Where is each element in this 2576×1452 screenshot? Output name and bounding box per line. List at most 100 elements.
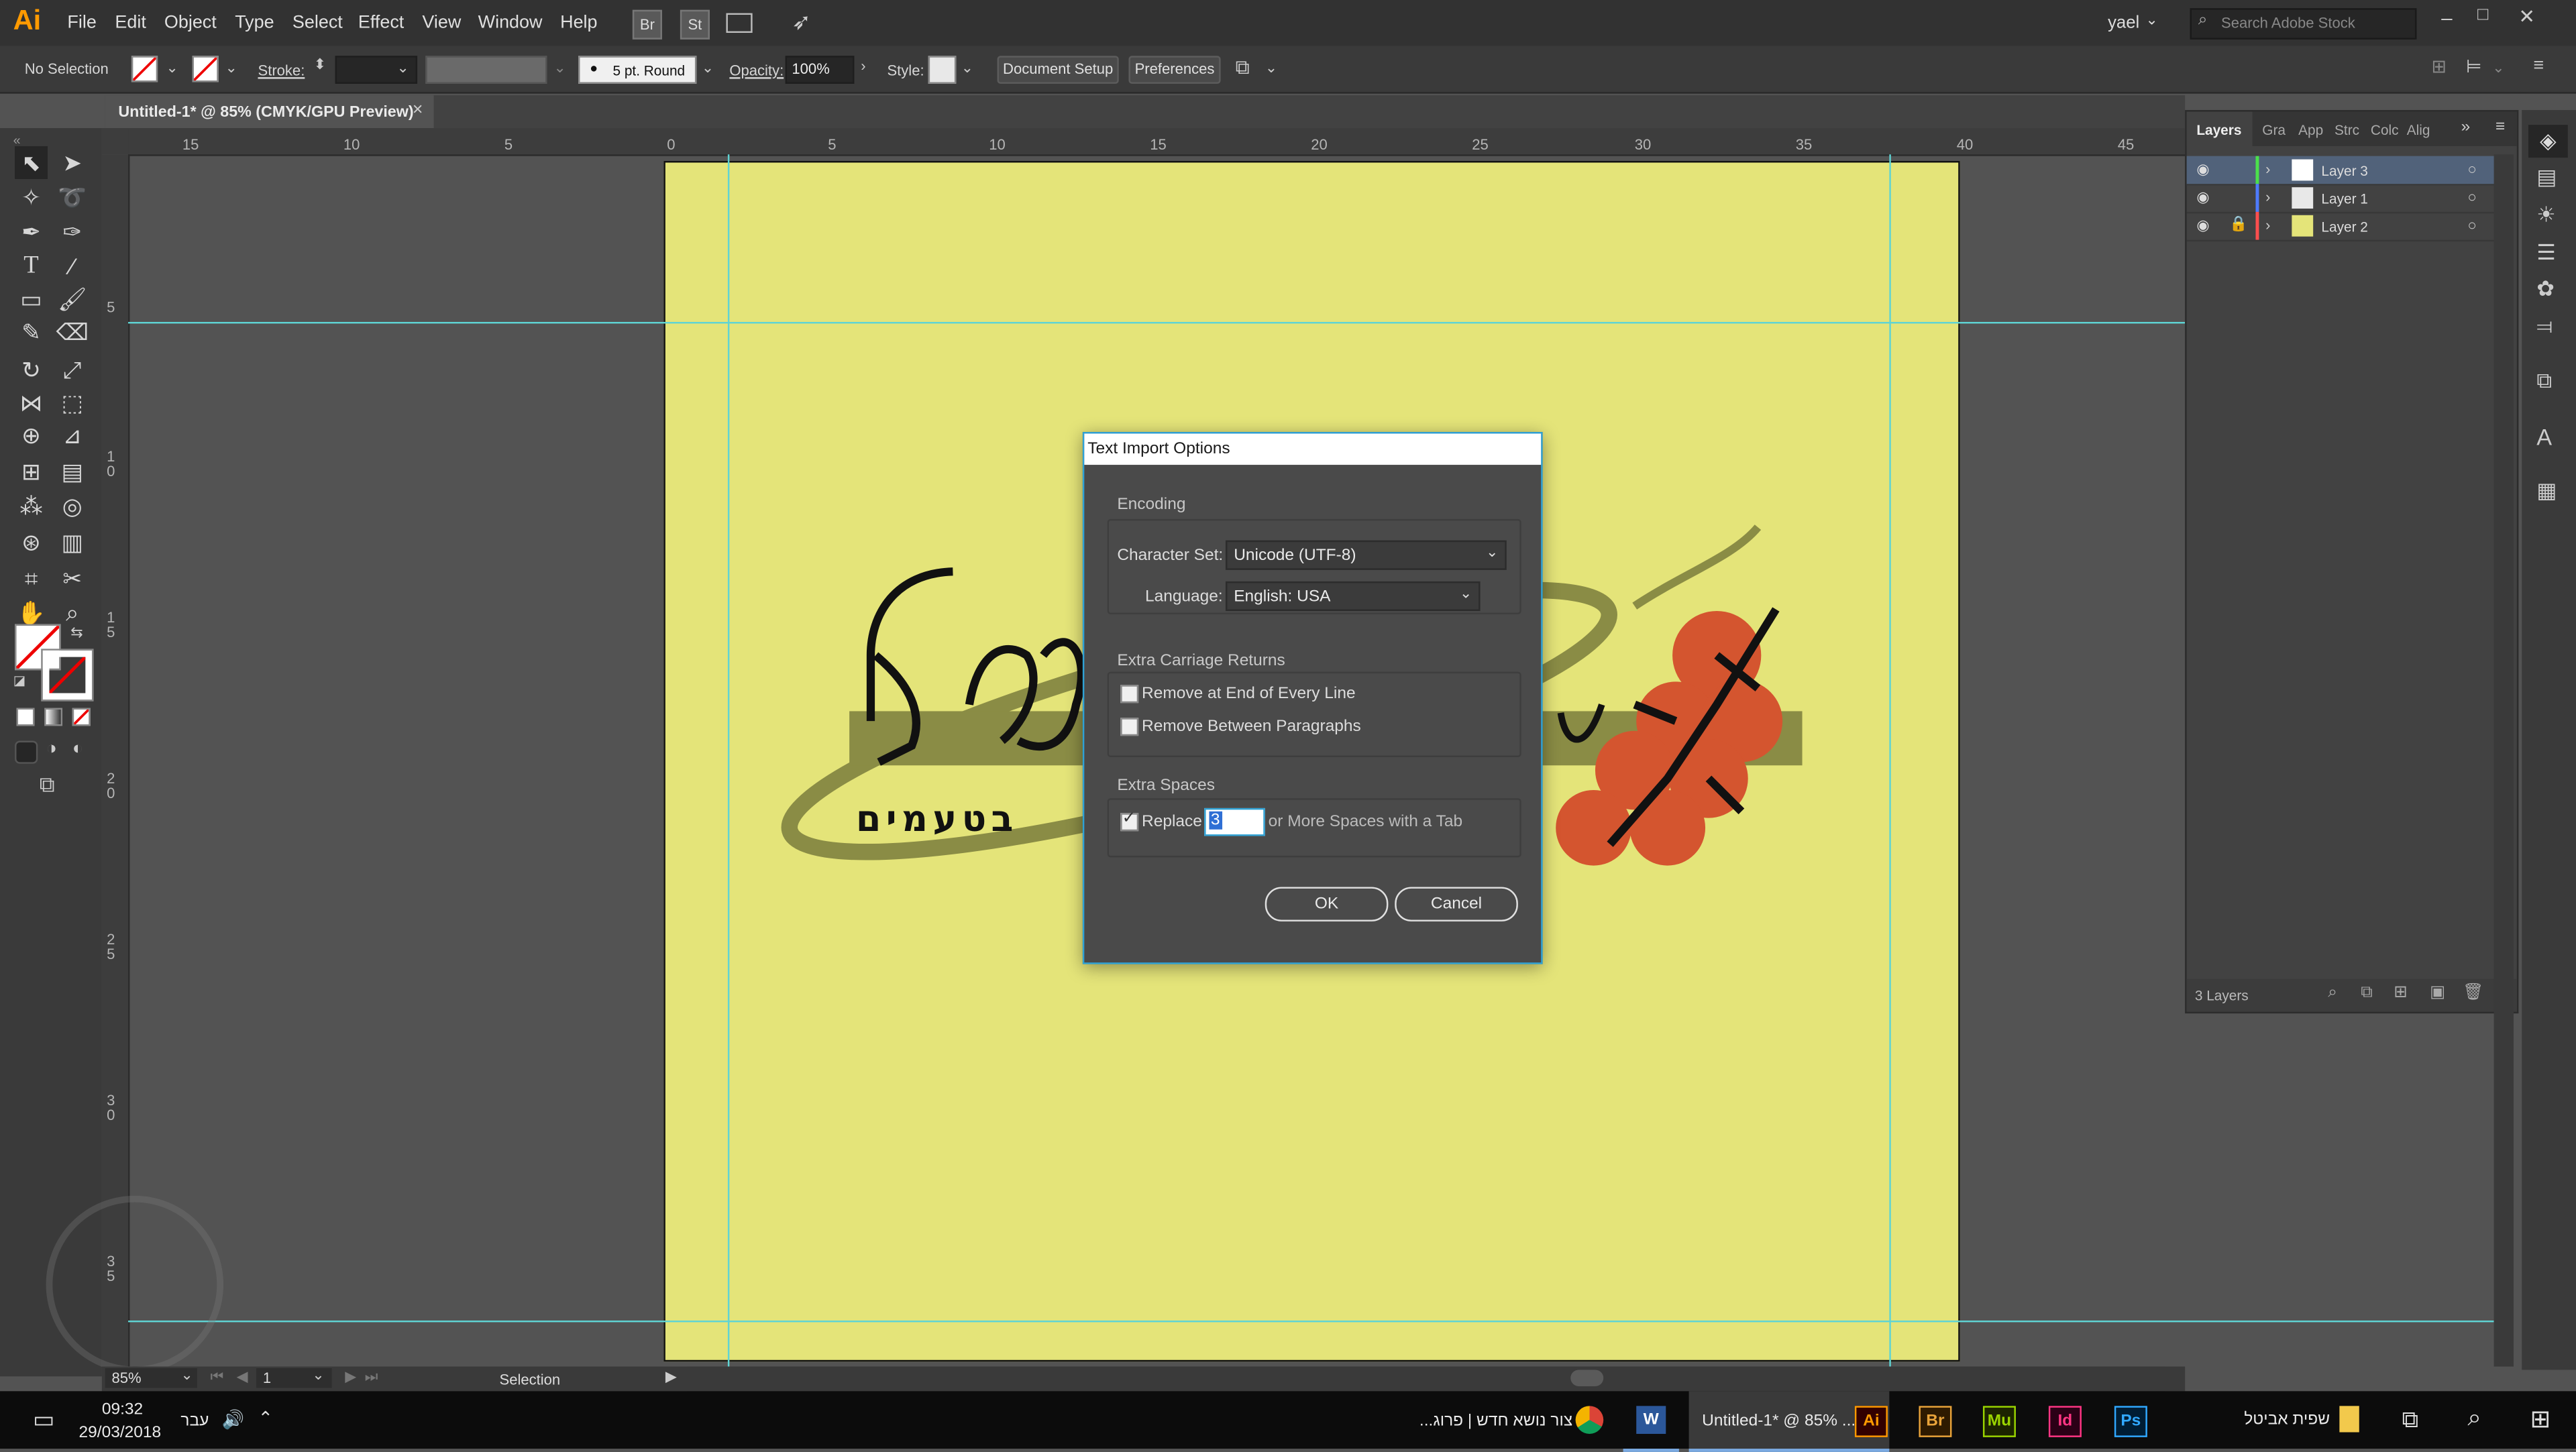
horizontal-scroll-thumb[interactable] [1570,1370,1604,1386]
artboard-number-field[interactable]: 1 ⌄ [256,1367,332,1388]
selection-tool-icon[interactable]: ⬉ [15,146,48,179]
photoshop-icon[interactable]: Ps [2114,1406,2147,1437]
close-icon[interactable]: × [413,100,423,119]
pathfinder-icon[interactable]: ⧉ [2536,368,2552,394]
character-panel-icon[interactable]: A [2536,424,2552,450]
minimize-button[interactable]: – [2441,7,2452,30]
layer-row[interactable]: ◉ › Layer 1 ○ [2186,184,2499,214]
ok-button[interactable]: OK [1265,887,1389,922]
menu-help[interactable]: Help [560,13,597,33]
windows-start-icon[interactable]: ⊞ [2530,1404,2551,1434]
zoom-field[interactable]: 85% ⌄ [105,1367,197,1388]
default-colors-icon[interactable]: ◪ [13,673,26,688]
replace-label[interactable]: Replace [1142,813,1202,831]
type-tool-icon[interactable]: T [15,249,48,282]
notifications-icon[interactable]: ▭ [33,1406,54,1434]
tab-align[interactable]: Alig [2407,121,2430,137]
bridge-button[interactable]: Br [632,9,662,40]
indesign-icon[interactable]: Id [2048,1406,2082,1437]
gradient-tool-icon[interactable]: ▤ [56,455,89,488]
rotate-tool-icon[interactable]: ↻ [15,353,48,386]
layer-name[interactable]: Layer 3 [2321,162,2367,178]
paintbrush-tool-icon[interactable]: 🖌 [56,282,89,315]
panel-menu-icon[interactable]: ≡ [2533,56,2544,75]
document-setup-button[interactable]: Document Setup [997,56,1119,84]
first-artboard-icon[interactable]: ⏮ [210,1368,223,1386]
layer-name[interactable]: Layer 2 [2321,219,2367,235]
chevron-down-icon[interactable]: ⌄ [553,59,566,77]
layer-name[interactable]: Layer 1 [2321,190,2367,207]
remove-end-line-label[interactable]: Remove at End of Every Line [1142,685,1356,703]
tab-gradient[interactable]: Gra [2262,121,2286,137]
mesh-tool-icon[interactable]: ⊞ [15,455,48,488]
scale-tool-icon[interactable]: ⤢ [56,353,89,386]
horizontal-ruler[interactable]: 15 10 5 0 5 10 15 20 25 30 35 40 45 [128,128,2186,156]
eye-icon[interactable]: ◉ [2196,217,2209,235]
variable-width-profile[interactable] [425,56,547,84]
previous-artboard-icon[interactable]: ◀ [237,1368,248,1386]
opacity-label[interactable]: Opacity: [729,62,784,78]
document-tab[interactable]: Untitled-1* @ 85% (CMYK/GPU Preview) × [105,95,434,129]
status-menu-icon[interactable]: ▶ [665,1368,677,1386]
rectangle-tool-icon[interactable]: ▭ [15,282,48,315]
menu-select[interactable]: Select [292,13,343,33]
task-view-icon[interactable]: ⧉ [2402,1406,2418,1434]
clock-date[interactable]: 29/03/2018 [79,1424,162,1442]
delete-layer-icon[interactable]: 🗑 [2463,984,2483,1002]
guide-horizontal[interactable] [128,322,2186,324]
close-button[interactable]: ✕ [2518,5,2535,27]
color-mode-icon[interactable] [16,708,35,726]
slice-tool-icon[interactable]: ✂ [56,562,89,595]
width-tool-icon[interactable]: ⋈ [15,386,48,419]
chevron-down-icon[interactable]: ⌄ [961,59,973,77]
target-icon[interactable]: ○ [2467,217,2476,233]
tab-stroke[interactable]: Strc [2334,121,2359,137]
eyedropper-tool-icon[interactable]: ⁂ [15,490,48,522]
vertical-ruler[interactable]: 5 1 0 1 5 2 0 2 5 3 0 3 5 [101,154,130,1367]
eye-icon[interactable]: ◉ [2196,161,2209,179]
layers-icon[interactable]: ◈ [2528,125,2568,158]
horizontal-scrollbar[interactable] [686,1366,2165,1392]
graphic-style-swatch[interactable] [928,56,957,84]
lock-icon[interactable]: 🔒 [2229,215,2247,233]
brush-definition[interactable]: ● 5 pt. Round [578,56,697,84]
stroke-stepper[interactable]: ⬍ [314,56,326,74]
search-icon[interactable]: ⌕ [2467,1404,2481,1433]
stroke-panel-icon[interactable]: ☰ [2536,240,2556,266]
replace-count-input[interactable]: 3 [1204,807,1265,836]
taskbar-word[interactable]: W [1623,1391,1679,1452]
chevron-right-icon[interactable]: › [2265,161,2270,177]
chevron-down-icon[interactable]: ⌄ [166,59,178,77]
file-explorer-icon[interactable] [2339,1406,2359,1433]
direct-selection-tool-icon[interactable]: ➤ [56,146,89,179]
draw-normal-icon[interactable] [15,740,38,764]
chevron-right-icon[interactable]: › [2265,217,2270,233]
menu-object[interactable]: Object [164,13,217,33]
menu-window[interactable]: Window [478,13,543,33]
eraser-tool-icon[interactable]: ⌫ [56,315,89,348]
status-mode[interactable]: Selection [499,1372,560,1388]
language-dropdown[interactable]: English: USA ⌄ [1225,581,1481,612]
gradient-mode-icon[interactable] [44,708,63,726]
ruler-origin[interactable] [101,128,129,155]
layer-row[interactable]: ◉ 🔒 › Layer 2 ○ [2186,211,2499,242]
maximize-button[interactable]: □ [2477,5,2488,24]
menu-file[interactable]: File [67,13,96,33]
stock-button[interactable]: St [680,9,710,40]
volume-icon[interactable]: 🔊 [222,1409,245,1431]
none-mode-icon[interactable] [72,708,91,726]
stroke-label[interactable]: Stroke: [258,62,305,78]
symbol-sprayer-tool-icon[interactable]: ⊛ [15,526,48,559]
draw-inside-icon[interactable]: ◐ [72,739,83,759]
stroke-weight-field[interactable]: ⌄ [335,56,418,84]
muse-icon[interactable]: Mu [1982,1406,2016,1437]
free-transform-tool-icon[interactable]: ⬚ [56,386,89,419]
transform-icon[interactable]: ⊞ [2432,56,2447,77]
chevron-down-icon[interactable]: ⌄ [1265,59,1277,77]
artboard-tool-icon[interactable]: ⌗ [15,562,48,595]
target-icon[interactable]: ○ [2467,189,2476,205]
libraries-icon[interactable]: ▦ [2536,478,2557,504]
menu-effect[interactable]: Effect [358,13,404,33]
artboards-icon[interactable]: ▤ [2536,164,2557,190]
align-icon[interactable]: ⊨ [2466,56,2481,77]
